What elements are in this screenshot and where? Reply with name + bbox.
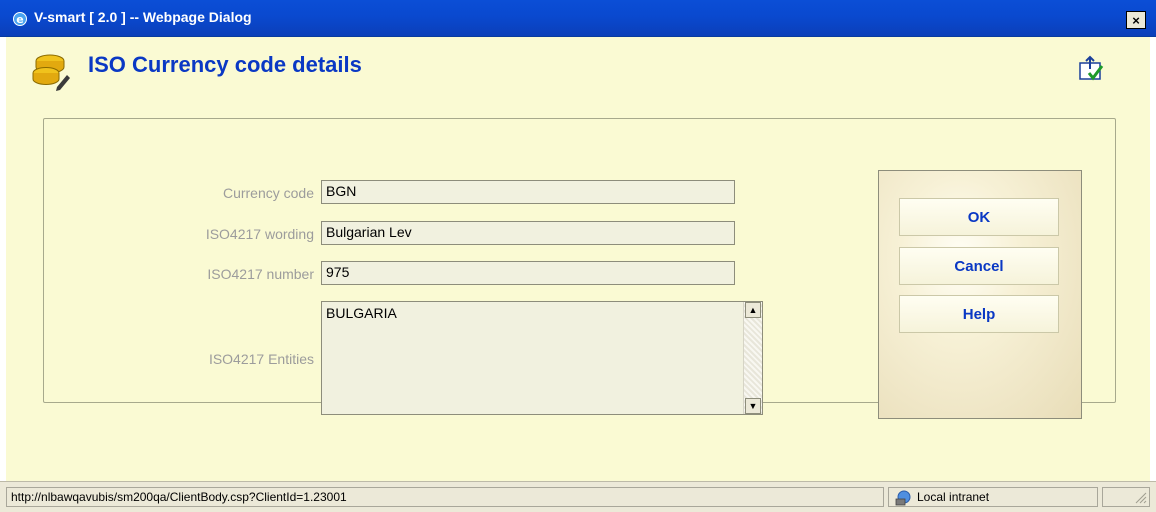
toggle-view-icon[interactable]	[1077, 55, 1105, 83]
close-button[interactable]: ×	[1126, 11, 1146, 29]
security-zone: Local intranet	[888, 487, 1098, 507]
ok-button[interactable]: OK	[899, 198, 1059, 236]
window-title: V-smart [ 2.0 ] -- Webpage Dialog	[34, 9, 252, 25]
currency-code-field[interactable]: BGN	[321, 180, 735, 204]
help-button[interactable]: Help	[899, 295, 1059, 333]
entities-scrollbar[interactable]: ▲ ▼	[743, 302, 762, 414]
entities-value: BULGARIA	[326, 305, 397, 321]
action-buttons-panel: OK Cancel Help	[878, 170, 1082, 419]
currency-code-label: Currency code	[222, 185, 314, 201]
zone-label: Local intranet	[917, 490, 990, 504]
iso4217-wording-label: ISO4217 wording	[205, 226, 314, 242]
title-bar: e V-smart [ 2.0 ] -- Webpage Dialog ×	[0, 0, 1156, 37]
status-spacer	[1102, 487, 1150, 507]
scroll-up-icon[interactable]: ▲	[749, 305, 758, 315]
status-url: http://nlbawqavubis/sm200qa/ClientBody.c…	[6, 487, 884, 507]
scroll-up-button[interactable]: ▲	[745, 302, 761, 318]
coins-edit-icon	[32, 54, 70, 91]
svg-text:e: e	[16, 13, 23, 26]
close-icon[interactable]: ×	[1132, 14, 1140, 27]
iso4217-entities-textarea[interactable]: BULGARIA ▲ ▼	[321, 301, 763, 415]
status-bar: http://nlbawqavubis/sm200qa/ClientBody.c…	[0, 481, 1156, 512]
scroll-down-icon[interactable]: ▼	[749, 401, 758, 411]
iso4217-number-field[interactable]: 975	[321, 261, 735, 285]
scroll-down-button[interactable]: ▼	[745, 398, 761, 414]
globe-icon	[895, 490, 911, 506]
iso4217-number-label: ISO4217 number	[207, 266, 314, 282]
cancel-button[interactable]: Cancel	[899, 247, 1059, 285]
resize-grip-icon[interactable]	[1133, 490, 1147, 504]
page-title: ISO Currency code details	[88, 52, 362, 77]
ie-icon: e	[13, 12, 27, 26]
iso4217-entities-label: ISO4217 Entities	[208, 351, 314, 367]
iso4217-wording-field[interactable]: Bulgarian Lev	[321, 221, 735, 245]
